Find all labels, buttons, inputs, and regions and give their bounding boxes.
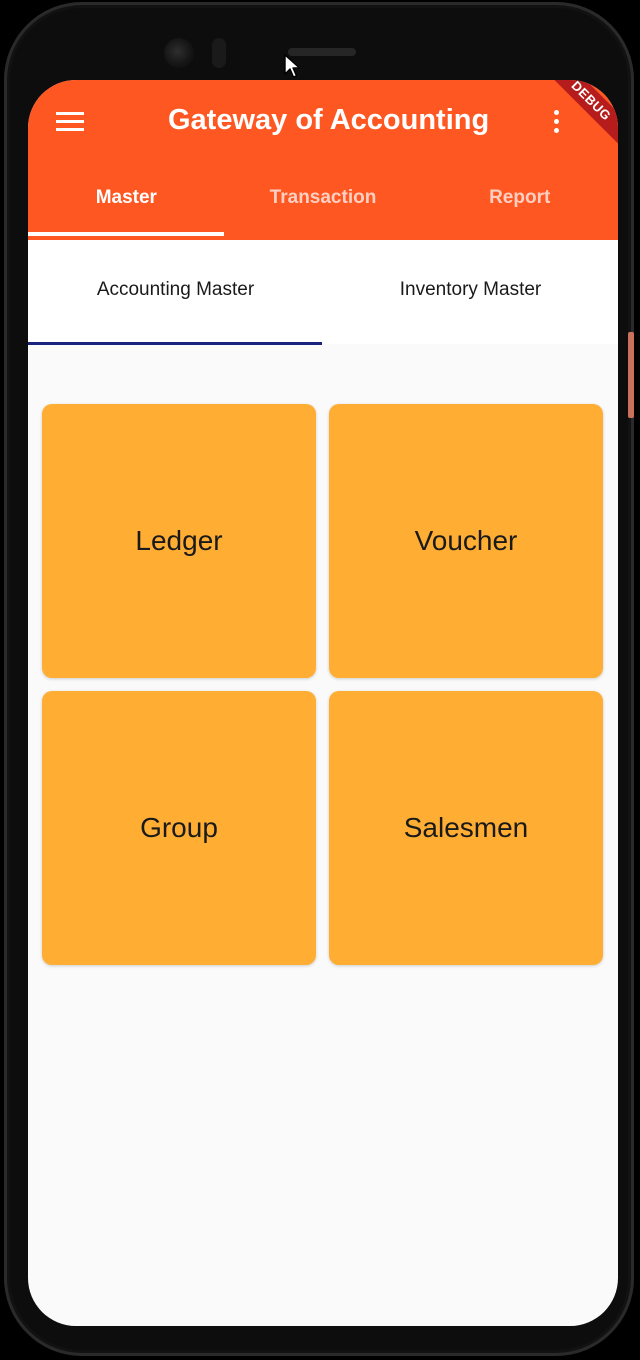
proximity-sensor (212, 38, 226, 68)
front-camera (164, 38, 194, 68)
menu-icon[interactable] (56, 110, 84, 134)
tab-report[interactable]: Report (421, 174, 618, 240)
phone-frame: Gateway of Accounting DEBUG Master Trans… (4, 2, 634, 1356)
sub-tab-bar: Accounting Master Inventory Master (28, 240, 618, 344)
page-title: Gateway of Accounting (168, 104, 490, 136)
salesmen-tile[interactable]: Salesmen (329, 691, 603, 965)
more-vert-icon[interactable] (546, 108, 568, 136)
subtab-accounting-master[interactable]: Accounting Master (28, 240, 323, 344)
app-bar: Gateway of Accounting DEBUG Master Trans… (28, 80, 618, 240)
subtab-inventory-master[interactable]: Inventory Master (323, 240, 618, 344)
side-button (628, 332, 634, 418)
tab-master[interactable]: Master (28, 174, 225, 240)
mouse-cursor-icon (284, 54, 301, 78)
ledger-tile[interactable]: Ledger (42, 404, 316, 678)
group-tile[interactable]: Group (42, 691, 316, 965)
subtab-indicator (28, 342, 322, 345)
app-screen: Gateway of Accounting DEBUG Master Trans… (28, 80, 618, 1326)
voucher-tile[interactable]: Voucher (329, 404, 603, 678)
tab-indicator (28, 232, 224, 236)
tab-transaction[interactable]: Transaction (225, 174, 422, 240)
main-tab-bar: Master Transaction Report (28, 174, 618, 240)
